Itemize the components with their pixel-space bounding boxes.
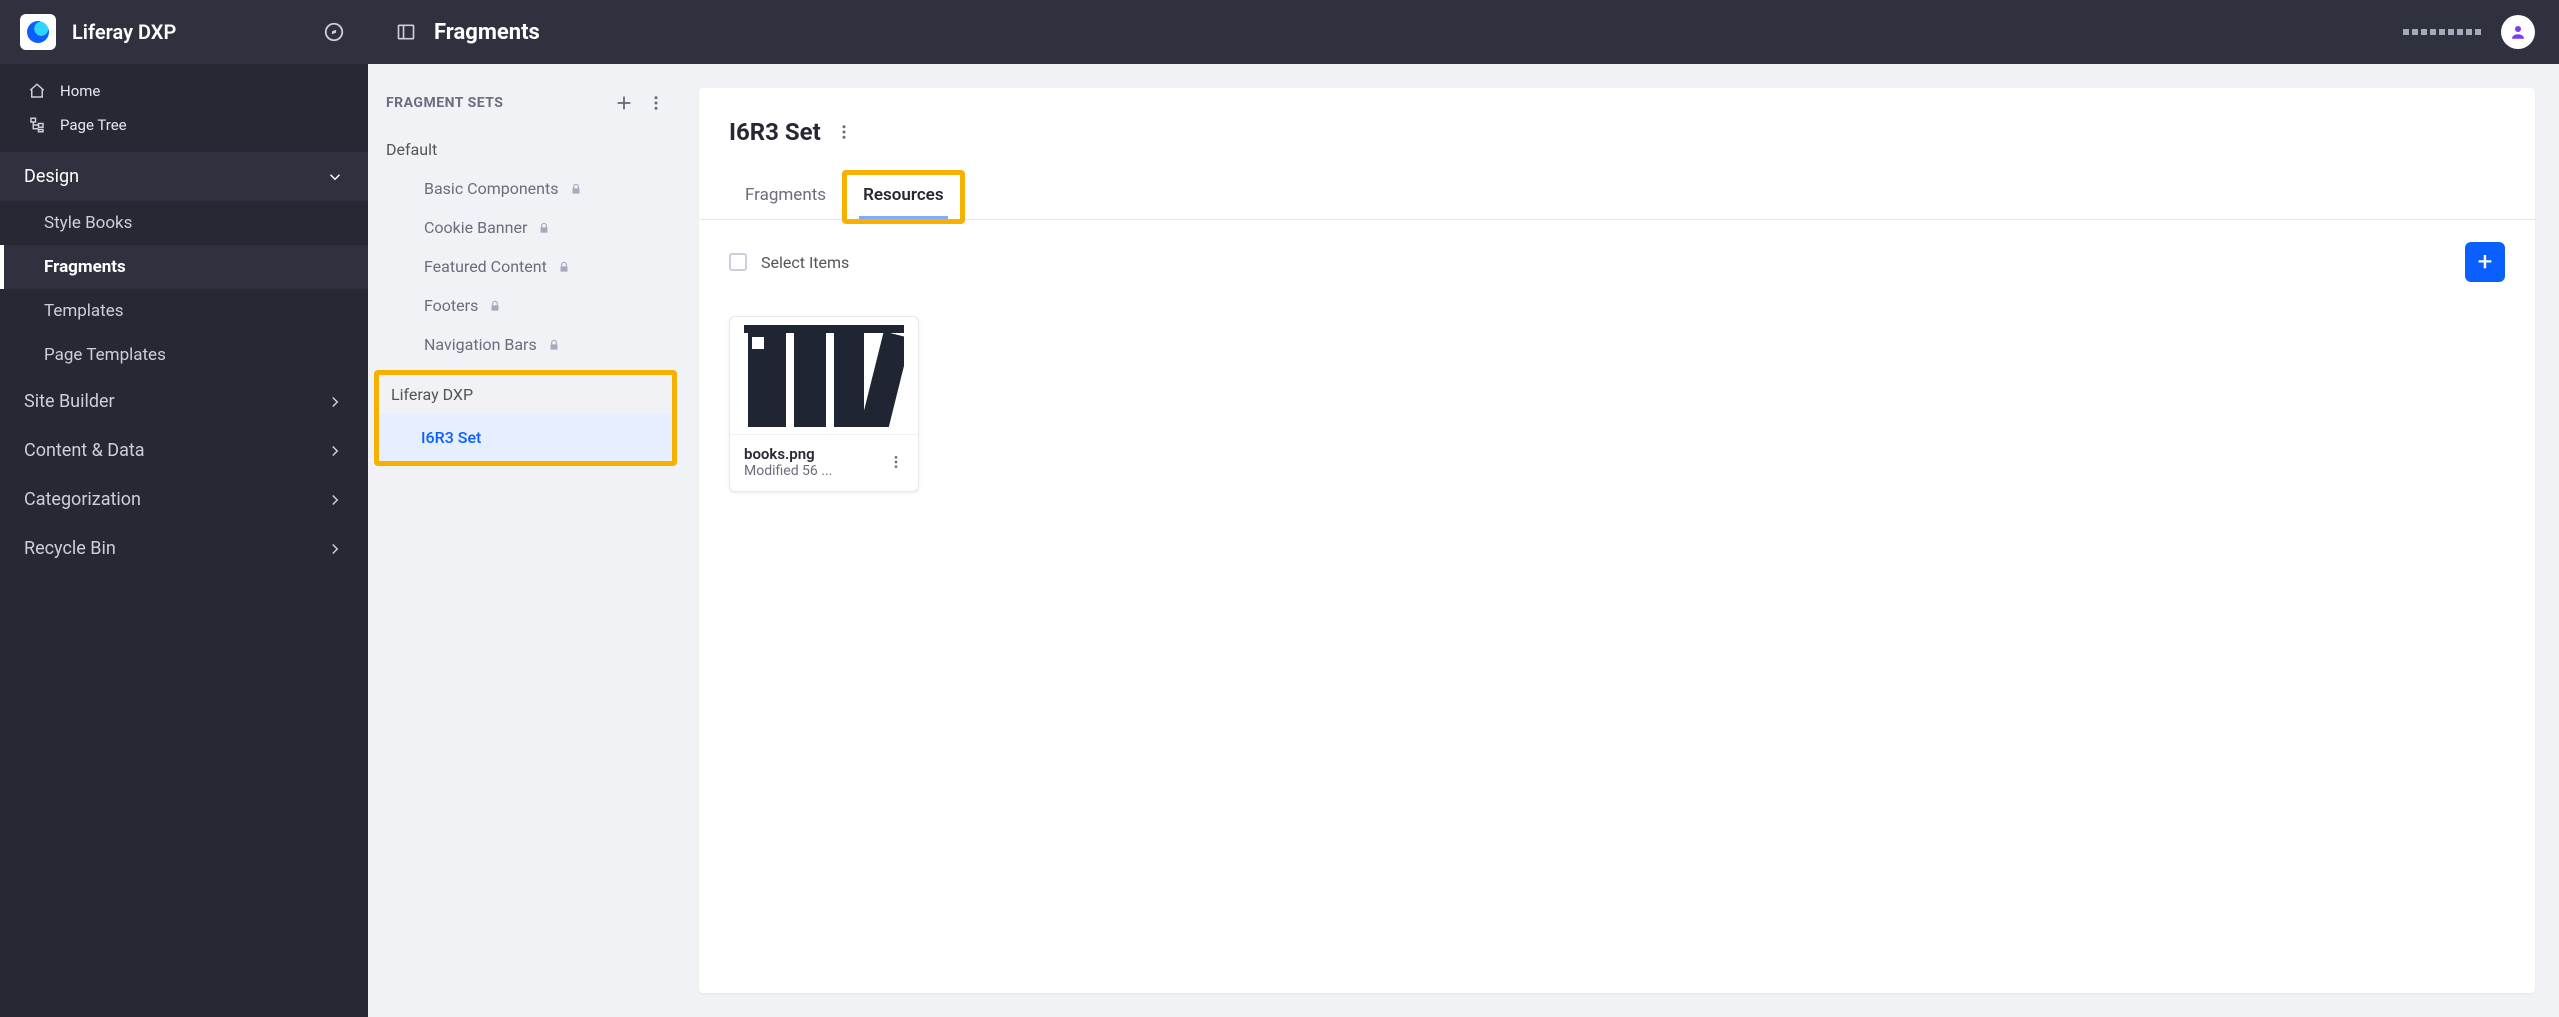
sidebar-quick-page-tree[interactable]: Page Tree	[0, 108, 368, 142]
resource-thumbnail	[730, 317, 918, 435]
sidebar-quick-label: Home	[60, 82, 100, 100]
compass-icon[interactable]	[320, 18, 348, 46]
set-item-label: Basic Components	[424, 179, 559, 198]
sidebar-section-design[interactable]: Design	[0, 152, 368, 201]
sidebar-section-label: Design	[24, 166, 79, 187]
sets-group-default: Default	[368, 130, 683, 169]
apps-grid-icon[interactable]	[2403, 29, 2481, 35]
lock-icon	[547, 338, 561, 352]
tabs: Fragments Resources	[699, 152, 2535, 220]
tree-icon	[28, 116, 46, 134]
panel-icon[interactable]	[396, 22, 416, 42]
resource-card[interactable]: books.png Modified 56 ...	[729, 316, 919, 492]
sets-kebab-icon[interactable]	[647, 94, 665, 112]
set-item-i6r3-set[interactable]: I6R3 Set	[379, 414, 672, 461]
sidebar-item-templates[interactable]: Templates	[0, 289, 368, 333]
user-avatar[interactable]	[2501, 15, 2535, 49]
add-resource-button[interactable]: +	[2465, 242, 2505, 282]
set-kebab-icon[interactable]	[835, 123, 853, 141]
highlighted-set-group: Liferay DXP I6R3 Set	[374, 370, 677, 466]
sidebar-section-label: Site Builder	[24, 391, 115, 412]
highlighted-tab-resources: Resources	[842, 170, 965, 224]
page-title: Fragments	[434, 20, 540, 45]
set-item-label: Cookie Banner	[424, 218, 527, 237]
product-sidebar: Liferay DXP Home Page Tree	[0, 0, 368, 1017]
chevron-right-icon	[326, 442, 344, 460]
sidebar-section-site-builder[interactable]: Site Builder	[0, 377, 368, 426]
sidebar-section-content-data[interactable]: Content & Data	[0, 426, 368, 475]
lock-icon	[537, 221, 551, 235]
add-set-icon[interactable]	[613, 92, 635, 114]
set-item-featured-content[interactable]: Featured Content	[368, 247, 683, 286]
chevron-right-icon	[326, 540, 344, 558]
resource-name: books.png	[744, 445, 888, 463]
set-item-label: Featured Content	[424, 257, 547, 276]
lock-icon	[557, 260, 571, 274]
chevron-down-icon	[326, 168, 344, 186]
sidebar-quick-home[interactable]: Home	[0, 74, 368, 108]
sidebar-section-categorization[interactable]: Categorization	[0, 475, 368, 524]
sets-group-user: Liferay DXP	[379, 375, 672, 414]
sidebar-item-page-templates[interactable]: Page Templates	[0, 333, 368, 377]
fragment-sets-title: FRAGMENT SETS	[386, 95, 503, 111]
select-all-checkbox[interactable]	[729, 253, 747, 271]
select-items-label: Select Items	[761, 253, 849, 272]
set-item-footers[interactable]: Footers	[368, 286, 683, 325]
tab-fragments[interactable]: Fragments	[729, 175, 842, 219]
lock-icon	[569, 182, 583, 196]
tab-resources[interactable]: Resources	[847, 175, 960, 219]
sidebar-section-label: Categorization	[24, 489, 141, 510]
set-title: I6R3 Set	[729, 118, 821, 146]
sidebar-item-style-books[interactable]: Style Books	[0, 201, 368, 245]
set-content-card: I6R3 Set Fragments Resources Select Item…	[699, 88, 2535, 993]
brand-name: Liferay DXP	[72, 20, 176, 44]
sidebar-section-label: Content & Data	[24, 440, 145, 461]
topbar: Fragments	[368, 0, 2559, 64]
sidebar-item-fragments[interactable]: Fragments	[0, 245, 368, 289]
lock-icon	[488, 299, 502, 313]
resource-modified: Modified 56 ...	[744, 463, 864, 479]
fragment-sets-panel: FRAGMENT SETS Default Basic Components C…	[368, 64, 683, 1017]
sidebar-quick-label: Page Tree	[60, 116, 127, 134]
brand-row: Liferay DXP	[0, 0, 368, 64]
books-icon	[744, 325, 904, 427]
brand-logo[interactable]	[20, 14, 56, 50]
chevron-right-icon	[326, 393, 344, 411]
set-item-cookie-banner[interactable]: Cookie Banner	[368, 208, 683, 247]
resource-kebab-icon[interactable]	[888, 454, 904, 470]
set-item-navigation-bars[interactable]: Navigation Bars	[368, 325, 683, 364]
sidebar-section-label: Recycle Bin	[24, 538, 116, 559]
home-icon	[28, 82, 46, 100]
set-item-label: Navigation Bars	[424, 335, 537, 354]
set-item-label: Footers	[424, 296, 478, 315]
sidebar-section-recycle-bin[interactable]: Recycle Bin	[0, 524, 368, 573]
sidebar-design-children: Style Books Fragments Templates Page Tem…	[0, 201, 368, 377]
set-item-basic-components[interactable]: Basic Components	[368, 169, 683, 208]
chevron-right-icon	[326, 491, 344, 509]
